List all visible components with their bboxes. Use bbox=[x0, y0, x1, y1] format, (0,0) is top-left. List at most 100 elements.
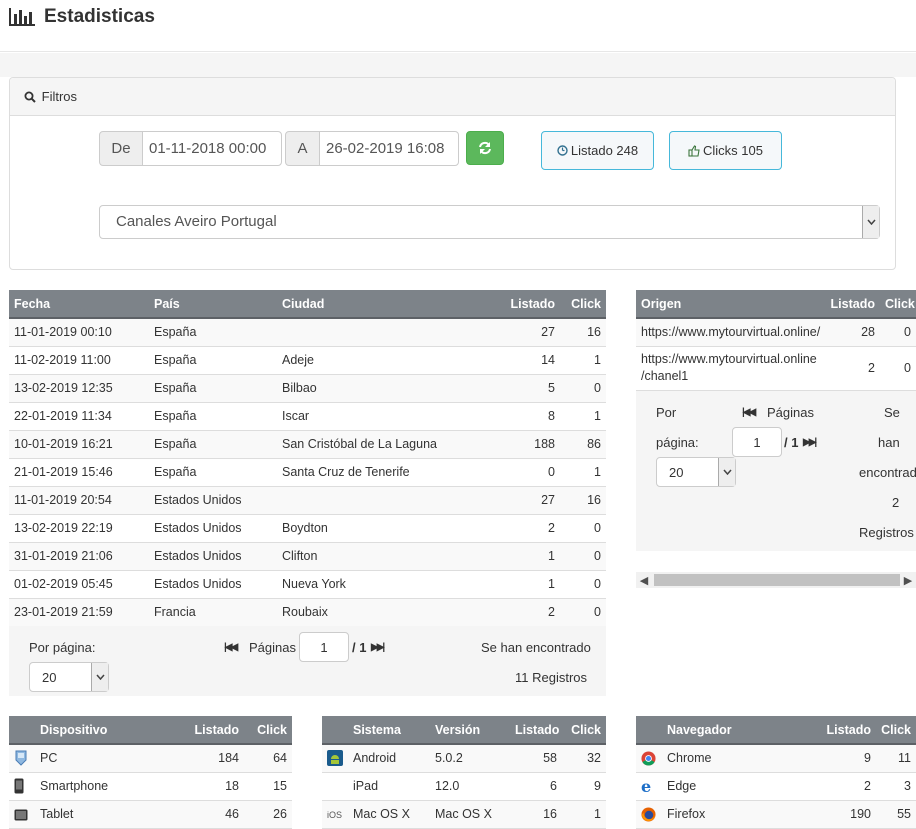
city-cell: Clifton bbox=[277, 542, 477, 571]
column-header[interactable]: Click bbox=[876, 716, 916, 745]
city-cell: Roubaix bbox=[277, 598, 477, 627]
thumbs-up-icon bbox=[688, 144, 700, 157]
search-icon bbox=[24, 91, 36, 103]
column-header[interactable]: Versión bbox=[430, 716, 510, 745]
page-number-input[interactable]: 1 bbox=[732, 427, 782, 457]
table-row[interactable]: Firefox 190 55 bbox=[636, 800, 916, 829]
version-cell: Mac OS X bbox=[430, 800, 510, 829]
filters-panel: Filtros bbox=[9, 77, 896, 270]
listado-cell: 2 bbox=[477, 598, 560, 627]
click-cell: 9 bbox=[562, 772, 606, 801]
column-header[interactable]: Listado bbox=[159, 716, 244, 745]
column-header[interactable]: Origen bbox=[636, 290, 824, 319]
system-name: Android bbox=[348, 744, 430, 773]
first-page-icon[interactable]: |◀◀ bbox=[742, 407, 756, 418]
channel-select[interactable]: Canales Aveiro Portugal bbox=[99, 205, 880, 239]
listado-cell: 14 bbox=[477, 346, 560, 375]
table-row[interactable]: 10-01-2019 16:21 España San Cristóbal de L… bbox=[9, 430, 606, 459]
table-row[interactable]: https://www.mytourvirtual.online/chanel1… bbox=[636, 346, 916, 391]
table-row[interactable]: 23-01-2019 21:59 Francia Roubaix 2 0 bbox=[9, 598, 606, 627]
listado-cell: 5 bbox=[477, 374, 560, 403]
city-cell: San Cristóbal de La Laguna bbox=[277, 430, 477, 459]
scroll-left-icon[interactable]: ◀ bbox=[636, 572, 652, 588]
page-number-input[interactable]: 1 bbox=[299, 632, 349, 662]
browser-name: Chrome bbox=[662, 744, 796, 773]
filters-heading[interactable]: Filtros bbox=[10, 78, 895, 116]
column-header[interactable]: Click bbox=[880, 290, 916, 319]
table-row[interactable]: Smartphone 18 15 bbox=[9, 772, 292, 801]
scroll-right-icon[interactable]: ▶ bbox=[900, 572, 916, 588]
per-page-label: Por bbox=[656, 405, 677, 420]
listado-button[interactable]: Listado 248 bbox=[541, 131, 654, 170]
clicks-button[interactable]: Clicks 105 bbox=[669, 131, 782, 170]
city-cell: Iscar bbox=[277, 402, 477, 431]
first-page-icon[interactable]: |◀◀ bbox=[224, 642, 238, 653]
column-header[interactable]: Dispositivo bbox=[35, 716, 159, 745]
date-cell: 11-02-2019 11:00 bbox=[9, 346, 149, 375]
refresh-button[interactable] bbox=[466, 131, 504, 165]
column-header[interactable]: Click bbox=[560, 290, 606, 319]
to-date-input[interactable]: 26-02-2019 16:08 bbox=[319, 131, 459, 166]
click-cell: 1 bbox=[560, 402, 606, 431]
table-row[interactable]: iPad 12.0 6 9 bbox=[322, 772, 606, 801]
system-name: Mac OS X bbox=[348, 800, 430, 829]
listado-cell: 0 bbox=[477, 458, 560, 487]
click-cell: 26 bbox=[244, 800, 292, 829]
table-row[interactable]: 21-01-2019 15:46 España Santa Cruz de Tene… bbox=[9, 458, 606, 487]
table-row[interactable]: Android 5.0.2 58 32 bbox=[322, 744, 606, 773]
column-header[interactable]: Listado bbox=[824, 290, 880, 319]
last-page-icon[interactable]: ▶▶| bbox=[803, 437, 817, 448]
table-row[interactable]: 01-02-2019 05:45 Estados Unidos Nueva York… bbox=[9, 570, 606, 599]
table-row[interactable]: Tablet 46 26 bbox=[9, 800, 292, 829]
table-row[interactable]: 31-01-2019 21:06 Estados Unidos Clifton 1 0 bbox=[9, 542, 606, 571]
column-header[interactable]: Listado bbox=[796, 716, 876, 745]
page-total: / 1 bbox=[352, 640, 367, 655]
last-page-icon[interactable]: ▶▶| bbox=[371, 642, 385, 653]
table-row[interactable]: https://www.mytourvirtual.online/ 28 0 bbox=[636, 318, 916, 347]
table-row[interactable]: 11-02-2019 11:00 España Adeje 14 1 bbox=[9, 346, 606, 375]
scrollbar-thumb[interactable] bbox=[654, 574, 900, 586]
table-row[interactable]: 13-02-2019 22:19 Estados Unidos Boydton 2 0 bbox=[9, 514, 606, 543]
column-header[interactable]: Click bbox=[244, 716, 292, 745]
per-page-select[interactable]: 20 bbox=[656, 457, 736, 487]
page-title: Estadisticas bbox=[44, 6, 155, 27]
listado-cell: 188 bbox=[477, 430, 560, 459]
column-header[interactable]: Sistema bbox=[348, 716, 430, 745]
country-cell: Francia bbox=[149, 598, 277, 627]
column-header[interactable]: Fecha bbox=[9, 290, 149, 319]
date-cell: 11-01-2019 00:10 bbox=[9, 318, 149, 347]
browser-table: Navegador Listado Click Chrome 9 11 e Ed… bbox=[636, 716, 916, 829]
per-page-select[interactable]: 20 bbox=[29, 662, 109, 692]
column-header[interactable]: Navegador bbox=[662, 716, 796, 745]
table-row[interactable]: PC 184 64 bbox=[9, 744, 292, 773]
date-cell: 21-01-2019 15:46 bbox=[9, 458, 149, 487]
listado-cell: 6 bbox=[510, 772, 562, 801]
filters-label: Filtros bbox=[41, 89, 78, 104]
column-header[interactable]: Listado bbox=[477, 290, 560, 319]
table-row[interactable]: iOS Mac OS X Mac OS X 16 1 bbox=[322, 800, 606, 829]
version-cell: 5.0.2 bbox=[430, 744, 510, 773]
column-header[interactable]: Listado bbox=[510, 716, 562, 745]
ios-icon: iOS bbox=[322, 800, 348, 829]
from-date-input[interactable]: 01-11-2018 00:00 bbox=[142, 131, 282, 166]
horizontal-scrollbar[interactable]: ◀ ▶ bbox=[636, 572, 916, 588]
table-row[interactable]: 11-01-2019 20:54 Estados Unidos 27 16 bbox=[9, 486, 606, 515]
click-cell: 1 bbox=[562, 800, 606, 829]
column-header[interactable]: Click bbox=[562, 716, 606, 745]
listado-cell: 58 bbox=[510, 744, 562, 773]
browser-name: Firefox bbox=[662, 800, 796, 829]
country-cell: Estados Unidos bbox=[149, 570, 277, 599]
table-row[interactable]: 13-02-2019 12:35 España Bilbao 5 0 bbox=[9, 374, 606, 403]
click-cell: 0 bbox=[560, 598, 606, 627]
found-label: Se bbox=[884, 405, 900, 420]
column-header[interactable]: País bbox=[149, 290, 277, 319]
table-row[interactable]: e Edge 2 3 bbox=[636, 772, 916, 801]
column-header[interactable]: Ciudad bbox=[277, 290, 477, 319]
click-cell: 11 bbox=[876, 744, 916, 773]
listado-cell: 27 bbox=[477, 486, 560, 515]
table-row[interactable]: 22-01-2019 11:34 España Iscar 8 1 bbox=[9, 402, 606, 431]
table-row[interactable]: Chrome 9 11 bbox=[636, 744, 916, 773]
origin-table: Origen Listado Click https://www.mytourv… bbox=[636, 290, 916, 391]
table-row[interactable]: 11-01-2019 00:10 España 27 16 bbox=[9, 318, 606, 347]
chrome-icon bbox=[636, 744, 662, 773]
